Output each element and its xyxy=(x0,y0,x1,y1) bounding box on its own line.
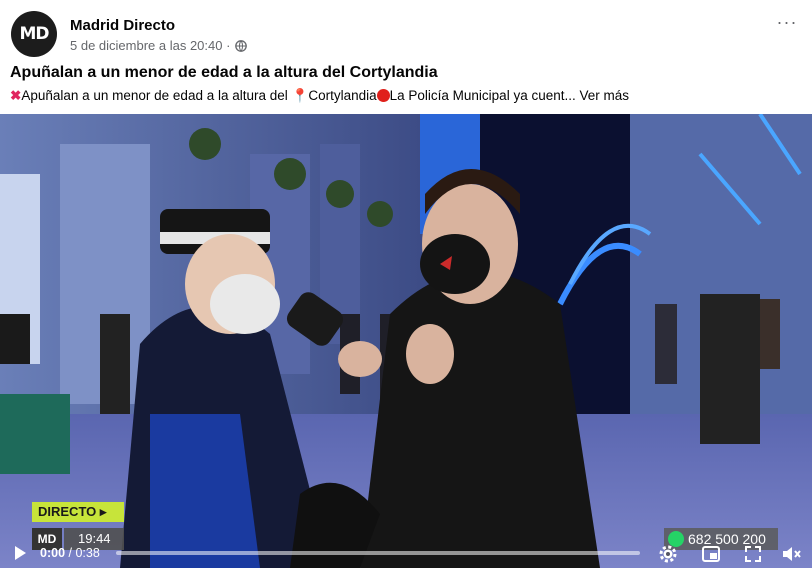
time-display: 0:00 / 0:38 xyxy=(40,546,100,560)
globe-icon xyxy=(235,39,248,52)
body-part-3: La Policía Municipal ya cuent... xyxy=(389,88,576,103)
post-title: Apuñalan a un menor de edad a la altura … xyxy=(10,64,438,81)
body-part-2: Cortylandia xyxy=(308,88,377,103)
more-options-button[interactable]: ··· xyxy=(772,12,802,36)
video-controls: 0:00 / 0:38 xyxy=(0,540,812,568)
video-player[interactable]: DIRECTO ▸ MD 19:44 682 500 200 0:00 / 0:… xyxy=(0,114,812,568)
live-badge: DIRECTO ▸ xyxy=(32,502,124,522)
post-date-link[interactable]: 5 de diciembre a las 20:40 · xyxy=(70,38,230,53)
progress-bar[interactable] xyxy=(116,551,640,555)
post-meta: 5 de diciembre a las 20:40 · xyxy=(70,38,248,53)
volume-muted-icon[interactable] xyxy=(780,543,802,565)
pushpin-icon: 📍 xyxy=(291,88,309,103)
fullscreen-icon[interactable] xyxy=(742,543,764,565)
duration: / 0:38 xyxy=(68,546,100,560)
current-time: 0:00 xyxy=(40,546,66,560)
see-more-link[interactable]: Ver más xyxy=(580,88,630,103)
settings-icon[interactable] xyxy=(657,543,679,565)
play-icon[interactable] xyxy=(12,545,28,561)
post-header: MD Madrid Directo 5 de diciembre a las 2… xyxy=(0,0,812,62)
red-circle-icon xyxy=(376,89,390,102)
page-name-link[interactable]: Madrid Directo xyxy=(70,17,175,34)
page-avatar[interactable]: MD xyxy=(11,11,57,57)
video-frame xyxy=(0,114,812,568)
post-body: ✖Apuñalan a un menor de edad a la altura… xyxy=(10,88,629,104)
cross-mark-icon: ✖ xyxy=(10,88,22,103)
picture-in-picture-icon[interactable] xyxy=(700,543,722,565)
body-part-1: Apuñalan a un menor de edad a la altura … xyxy=(21,88,292,103)
